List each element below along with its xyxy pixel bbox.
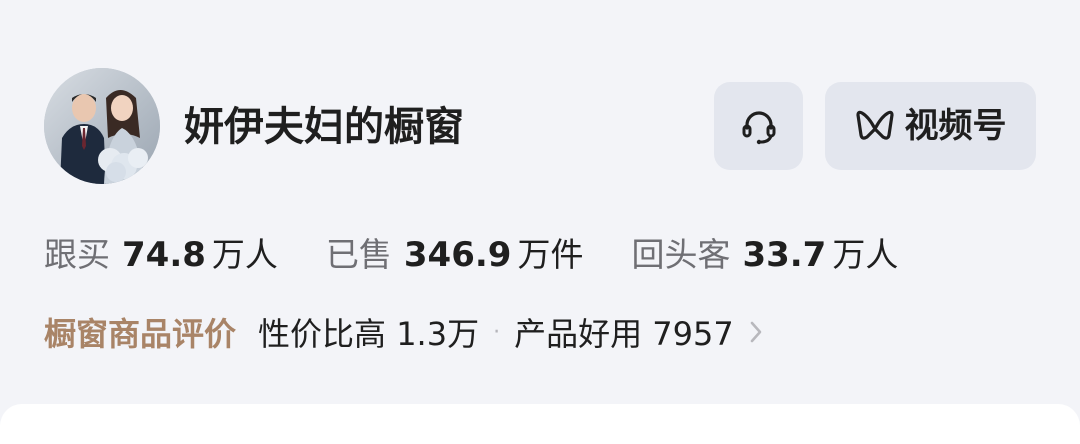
stat-value: 74.8	[122, 235, 206, 275]
content-card	[0, 404, 1080, 444]
stat-label: 跟买	[44, 235, 110, 274]
channels-label: 视频号	[904, 106, 1007, 146]
stat-value: 33.7	[742, 235, 827, 275]
shop-header: 妍伊夫妇的橱窗 视频号	[44, 68, 1036, 186]
stat-label: 已售	[325, 235, 392, 274]
shop-avatar[interactable]	[44, 68, 160, 184]
stat-followers: 跟买 74.8 万人	[44, 228, 278, 276]
chevron-right-icon	[748, 319, 764, 345]
customer-service-button[interactable]	[714, 82, 803, 170]
stat-sold: 已售 346.9 万件	[326, 228, 584, 276]
review-tag-value: 性价比高 1.3万	[258, 315, 480, 353]
product-reviews-row[interactable]: 橱窗商品评价 性价比高 1.3万 · 产品好用 7957	[44, 308, 764, 356]
stat-value: 346.9	[403, 235, 512, 275]
review-tag-quality: 产品好用 7957	[514, 315, 734, 353]
separator-dot: ·	[493, 319, 501, 345]
reviews-title: 橱窗商品评价	[44, 315, 237, 353]
stat-unit: 万人	[832, 235, 899, 274]
channels-icon	[855, 110, 894, 140]
stat-label: 回头客	[631, 235, 731, 274]
stat-unit: 万件	[517, 235, 584, 274]
headset-icon	[742, 111, 775, 145]
shop-stats: 跟买 74.8 万人 已售 346.9 万件 回头客 33.7 万人	[44, 228, 898, 276]
shop-name: 妍伊夫妇的橱窗	[184, 104, 464, 150]
channels-button[interactable]: 视频号	[825, 82, 1036, 170]
avatar-photo	[44, 68, 160, 184]
stat-unit: 万人	[211, 235, 278, 274]
stat-repeat-customers: 回头客 33.7 万人	[631, 228, 898, 276]
